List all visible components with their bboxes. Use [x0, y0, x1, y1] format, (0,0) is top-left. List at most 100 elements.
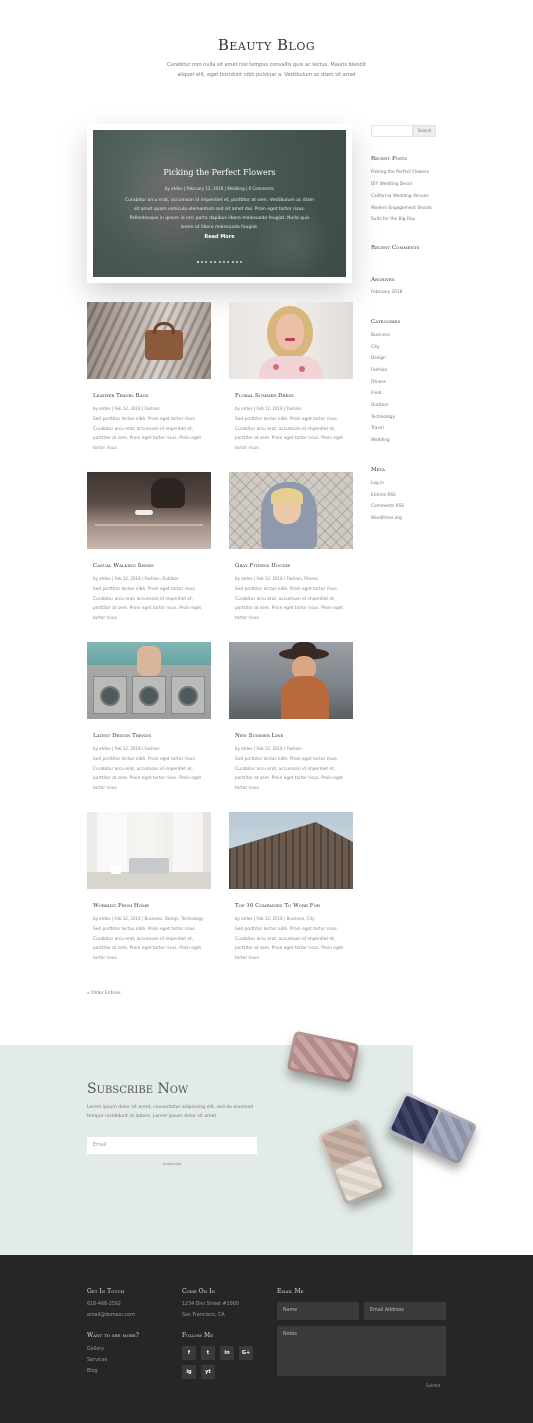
subscribe-email-input[interactable]: Email: [87, 1137, 257, 1154]
post-card: Gray Fitness Hoodie by etdev | Feb 12, 2…: [229, 472, 353, 623]
post-image-building[interactable]: [229, 812, 353, 889]
search-input[interactable]: [371, 125, 413, 137]
slider-dot[interactable]: [227, 261, 230, 263]
post-image-workspace[interactable]: [87, 812, 211, 889]
post-meta: by etdev | Feb 12, 2018 | Fashion: [235, 746, 302, 751]
category-link[interactable]: Technology: [371, 415, 395, 420]
slider-dot[interactable]: [240, 261, 243, 263]
post-excerpt: Sed porttitor lectus nibh. Proin eget to…: [235, 757, 343, 791]
category-link[interactable]: Fashion: [371, 368, 387, 373]
post-excerpt: Sed porttitor lectus nibh. Proin eget to…: [93, 587, 201, 621]
category-link[interactable]: Wedding: [371, 438, 390, 443]
slider-excerpt: Curabitur arcu erat, accumsan id imperdi…: [125, 198, 314, 230]
post-excerpt: Sed porttitor lectus nibh. Proin eget to…: [235, 417, 343, 451]
post-excerpt: Sed porttitor lectus nibh. Proin eget to…: [93, 417, 201, 451]
post-title[interactable]: Casual Walking Shoes: [93, 563, 211, 569]
slider-dot[interactable]: [196, 261, 199, 263]
slider-dot[interactable]: [205, 261, 208, 263]
meta-link[interactable]: WordPress.org: [371, 516, 402, 521]
post-title[interactable]: Floral Summer Dress: [235, 393, 353, 399]
slider-meta: by etdev | February 12, 2018 | Wedding |…: [165, 186, 274, 191]
sidebar: Search Recent Posts Picking the Perfect …: [371, 125, 441, 521]
post-title[interactable]: Latest Design Trends: [93, 733, 211, 739]
read-more-button[interactable]: Read More: [93, 234, 346, 240]
category-link[interactable]: Business: [371, 333, 390, 338]
page-header: Beauty Blog Curabitur non nulla sit amet…: [0, 0, 533, 110]
recent-post-link[interactable]: California Wedding Venues: [371, 194, 428, 199]
slider-dot[interactable]: [236, 261, 238, 263]
meta-link[interactable]: Entries RSS: [371, 493, 396, 498]
slider-dot[interactable]: [201, 261, 203, 263]
post-title[interactable]: Gray Fitness Hoodie: [235, 563, 353, 569]
footer-address-line1: 1234 Divi Street #1000: [182, 1302, 239, 1307]
recent-post-link[interactable]: Modern Engagement Shoots: [371, 206, 432, 211]
slider-slide[interactable]: Picking the Perfect Flowers by etdev | F…: [93, 130, 346, 277]
category-link[interactable]: Food: [371, 391, 381, 396]
meta-heading: Meta: [371, 467, 385, 473]
facebook-icon[interactable]: f: [182, 1346, 196, 1360]
footer-notes-textarea[interactable]: Notes: [277, 1326, 446, 1376]
post-title[interactable]: Working From Home: [93, 903, 211, 909]
post-image-dress[interactable]: [229, 302, 353, 379]
post-image-hat[interactable]: [229, 642, 353, 719]
older-entries-link[interactable]: « Older Entries: [87, 991, 121, 996]
recent-post-link[interactable]: Suits for the Big Day: [371, 217, 415, 222]
footer-address-line2: San Francisco, CA: [182, 1313, 225, 1318]
post-image-shoes[interactable]: [87, 472, 211, 549]
footer-link[interactable]: Services: [87, 1358, 107, 1363]
meta-link[interactable]: Comments RSS: [371, 504, 404, 509]
footer-link[interactable]: Blog: [87, 1369, 98, 1374]
post-excerpt: Sed porttitor lectus nibh. Proin eget to…: [235, 927, 343, 961]
category-link[interactable]: Fitness: [371, 380, 386, 385]
post-meta: by etdev | Feb 12, 2018 | Fashion: [93, 746, 160, 751]
post-excerpt: Sed porttitor lectus nibh. Proin eget to…: [93, 927, 201, 961]
post-meta: by etdev | Feb 12, 2018 | Fashion: [235, 406, 302, 411]
slider-dot[interactable]: [218, 261, 221, 263]
recent-post-link[interactable]: DIY Wedding Decor: [371, 182, 412, 187]
search-button[interactable]: Search: [413, 125, 436, 137]
footer-submit-button[interactable]: Submit: [426, 1383, 440, 1388]
category-link[interactable]: Outdoor: [371, 403, 389, 408]
twitter-icon[interactable]: t: [201, 1346, 215, 1360]
post-card: Floral Summer Dress by etdev | Feb 12, 2…: [229, 302, 353, 453]
slider-dot[interactable]: [222, 261, 225, 263]
slider-title[interactable]: Picking the Perfect Flowers: [93, 168, 346, 177]
post-title[interactable]: Leather Travel Bags: [93, 393, 211, 399]
slider-dot[interactable]: [214, 261, 217, 263]
footer-name-input[interactable]: Name: [277, 1302, 359, 1320]
footer-email-input[interactable]: Email Address: [364, 1302, 446, 1320]
google-plus-icon[interactable]: G+: [239, 1346, 253, 1360]
post-image-hoodie[interactable]: [229, 472, 353, 549]
post-card: Casual Walking Shoes by etdev | Feb 12, …: [87, 472, 211, 623]
youtube-icon[interactable]: yt: [201, 1365, 215, 1379]
post-title[interactable]: Top 10 Companies To Work For: [235, 903, 353, 909]
meta-link[interactable]: Log in: [371, 481, 384, 486]
instagram-icon[interactable]: ig: [182, 1365, 196, 1379]
recent-comments-heading: Recent Comments: [371, 245, 420, 251]
post-card: Working From Home by etdev | Feb 12, 201…: [87, 812, 211, 963]
linkedin-icon[interactable]: in: [220, 1346, 234, 1360]
category-link[interactable]: Design: [371, 356, 386, 361]
archive-link[interactable]: February 2018: [371, 290, 402, 295]
follow-me-heading: Follow Me: [182, 1332, 214, 1339]
blog-title: Beauty Blog: [217, 36, 316, 54]
slider-dot[interactable]: [231, 261, 234, 263]
recent-post-link[interactable]: Picking the Perfect Flowers: [371, 170, 429, 175]
footer-email[interactable]: email@domain.com: [87, 1313, 135, 1318]
post-image-bag[interactable]: [87, 302, 211, 379]
post-image-laundromat[interactable]: [87, 642, 211, 719]
archives-heading: Archives: [371, 277, 395, 283]
footer-link[interactable]: Gallery: [87, 1347, 104, 1352]
post-meta: by etdev | Feb 12, 2018 | Business, City: [235, 916, 315, 921]
slider-dot[interactable]: [209, 261, 212, 263]
category-link[interactable]: Travel: [371, 426, 384, 431]
post-card: Top 10 Companies To Work For by etdev | …: [229, 812, 353, 963]
slider-dots: [93, 261, 346, 263]
footer-phone[interactable]: 618-466-2592: [87, 1302, 121, 1307]
subscribe-heading: Subscribe Now: [87, 1081, 189, 1097]
post-title[interactable]: New Summer Line: [235, 733, 353, 739]
post-excerpt: Sed porttitor lectus nibh. Proin eget to…: [93, 757, 201, 791]
featured-slider: Picking the Perfect Flowers by etdev | F…: [87, 124, 352, 283]
category-link[interactable]: City: [371, 345, 379, 350]
subscribe-button[interactable]: Subscribe: [87, 1161, 257, 1166]
